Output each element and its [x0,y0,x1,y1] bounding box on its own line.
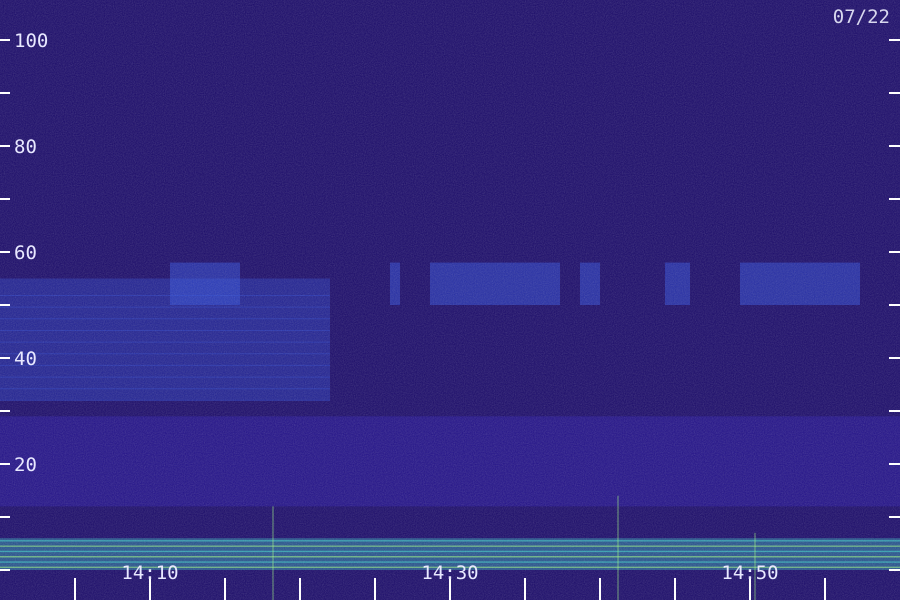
x-tick-label: 14:50 [721,562,778,584]
y-tick-label: 60 [14,242,37,264]
noise-overlay [0,0,900,600]
x-tick-label: 14:30 [421,562,478,584]
y-tick-label: 40 [14,348,37,370]
y-tick-label: 80 [14,136,37,158]
y-tick-label: 100 [14,30,48,52]
x-tick-label: 14:10 [121,562,178,584]
date-label: 07/22 [833,6,890,28]
spectrogram-chart: 20 40 60 80 100 14:10 14:30 14:50 07/22 [0,0,900,600]
y-tick-label: 20 [14,454,37,476]
